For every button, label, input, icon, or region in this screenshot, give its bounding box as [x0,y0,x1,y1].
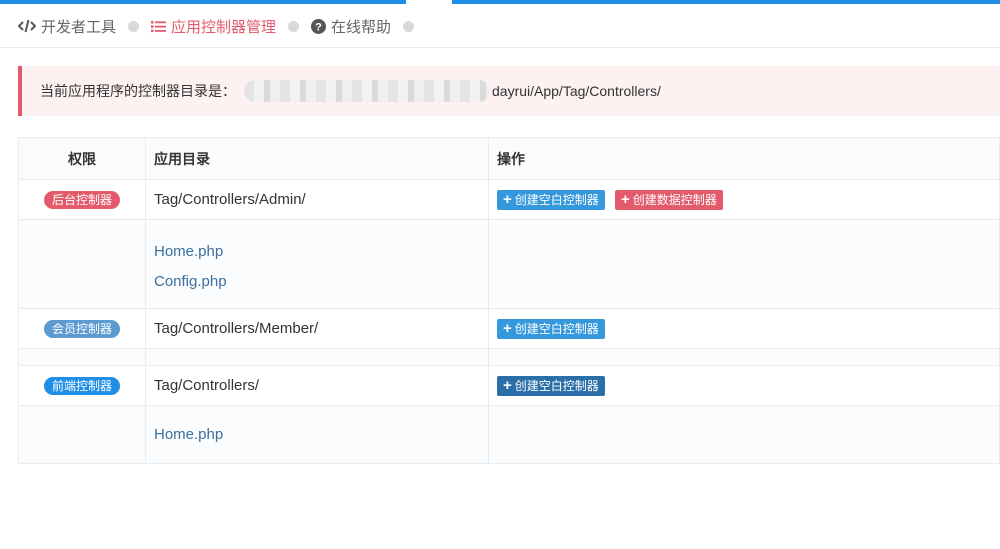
table-row: 前端控制器 Tag/Controllers/ + 创建空白控制器 [18,365,1000,406]
redacted-path [244,80,490,102]
header-app-dir: 应用目录 [145,137,489,180]
alert-path: dayrui/App/Tag/Controllers/ [492,83,661,99]
controller-table: 权限 应用目录 操作 后台控制器 Tag/Controllers/Admin/ … [18,137,1000,464]
admin-controller-badge: 后台控制器 [43,190,120,209]
create-data-controller-button[interactable]: + 创建数据控制器 [614,189,723,210]
breadcrumb-separator [288,20,300,32]
file-link-config[interactable]: Config.php [154,273,488,290]
plus-icon: + [503,377,512,394]
breadcrumb-separator [403,20,415,32]
table-row [18,348,1000,366]
top-accent-bar-left [0,0,406,4]
table-row: 后台控制器 Tag/Controllers/Admin/ + 创建空白控制器 + 创… [18,179,1000,220]
breadcrumb-label: 应用控制器管理 [171,18,277,36]
breadcrumb-online-help[interactable]: ? 在线帮助 [311,16,391,37]
table-row: 会员控制器 Tag/Controllers/Member/ + 创建空白控制器 [18,308,1000,349]
create-blank-controller-button[interactable]: + 创建空白控制器 [497,189,605,210]
plus-icon: + [503,191,512,208]
breadcrumb-controller-mgmt[interactable]: 应用控制器管理 [151,16,276,37]
controller-dir-alert: 当前应用程序的控制器目录是： dayrui/App/Tag/Controller… [18,66,1000,116]
dir-cell: Tag/Controllers/Member/ [145,308,489,349]
table-header-row: 权限 应用目录 操作 [18,137,1000,180]
dir-cell: Tag/Controllers/ [145,365,489,406]
header-actions: 操作 [488,137,1000,180]
table-row: Home.php [18,405,1000,464]
plus-icon: + [503,320,512,337]
breadcrumb-label: 在线帮助 [331,18,392,36]
frontend-controller-badge: 前端控制器 [43,376,120,395]
top-accent-bar-right [452,0,1000,4]
header-divider [0,47,1000,48]
breadcrumb-label: 开发者工具 [41,18,117,36]
table-row: Home.php Config.php [18,219,1000,309]
member-controller-badge: 会员控制器 [43,319,120,338]
code-icon [18,19,36,33]
svg-text:?: ? [315,21,322,33]
breadcrumb-dev-tools[interactable]: 开发者工具 [18,16,116,37]
dir-cell: Tag/Controllers/Admin/ [145,179,489,220]
breadcrumb-separator [128,20,140,32]
plus-icon: + [620,191,630,208]
file-link-home[interactable]: Home.php [154,426,488,443]
list-icon [151,20,167,33]
alert-prefix: 当前应用程序的控制器目录是： [40,83,236,99]
create-blank-controller-button[interactable]: + 创建空白控制器 [497,318,605,339]
create-blank-controller-button[interactable]: + 创建空白控制器 [497,375,605,396]
question-circle-icon: ? [311,18,327,34]
breadcrumb: 开发者工具 应用控制器管理 ? 在线帮助 [18,14,426,38]
header-permission: 权限 [18,137,146,180]
file-link-home[interactable]: Home.php [154,243,488,260]
